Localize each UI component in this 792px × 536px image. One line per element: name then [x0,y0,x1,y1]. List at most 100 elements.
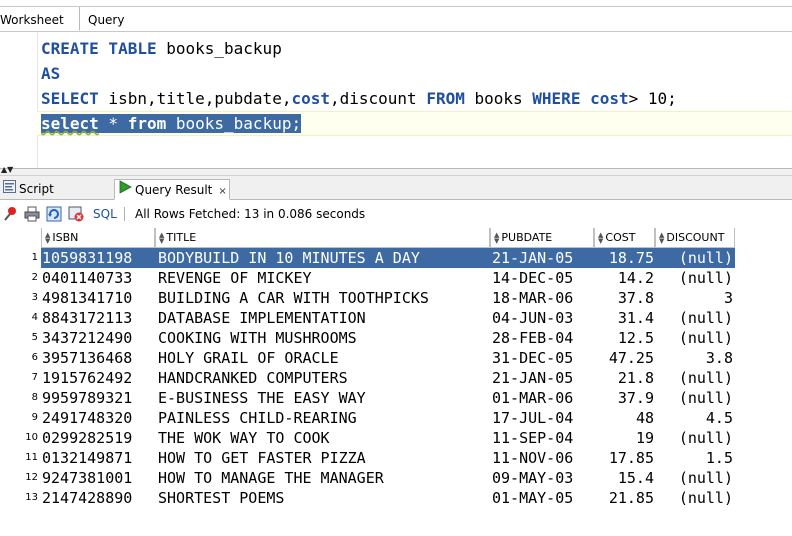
code-keyword: AS [41,64,61,83]
cell-isbn[interactable]: 3957136468 [42,348,154,368]
row-number: 13 [25,492,38,503]
cell-cost[interactable]: 31.4 [594,308,654,328]
pin-icon[interactable] [3,206,19,222]
cell-discount[interactable]: (null) [655,248,733,268]
cell-title[interactable]: THE WOK WAY TO COOK [158,428,490,448]
cell-title[interactable]: BODYBUILD IN 10 MINUTES A DAY [158,248,490,268]
tab-query-builder[interactable]: Query Builder [82,7,172,53]
sort-icon: ▲ ▼ [494,231,500,245]
column-header-pubdate[interactable]: ▲ ▼ PUBDATE [490,228,594,248]
cell-title[interactable]: HANDCRANKED COMPUTERS [158,368,490,388]
cell-pubdate[interactable]: 11-NOV-06 [492,448,594,468]
cell-isbn[interactable]: 4981341710 [42,288,154,308]
cell-cost[interactable]: 21.8 [594,368,654,388]
column-header-title[interactable]: ▲ ▼ TITLE [155,228,490,248]
cell-cost[interactable]: 12.5 [594,328,654,348]
cell-discount[interactable]: 4.5 [655,408,733,428]
cell-isbn[interactable]: 8843172113 [42,308,154,328]
cell-cost[interactable]: 17.85 [594,448,654,468]
cell-cost[interactable]: 47.25 [594,348,654,368]
refresh-icon[interactable] [46,206,62,222]
cell-pubdate[interactable]: 11-SEP-04 [492,428,594,448]
cell-pubdate[interactable]: 04-JUN-03 [492,308,594,328]
cell-title[interactable]: HOW TO GET FASTER PIZZA [158,448,490,468]
cell-cost[interactable]: 37.8 [594,288,654,308]
cell-title[interactable]: COOKING WITH MUSHROOMS [158,328,490,348]
cell-pubdate[interactable]: 01-MAY-05 [492,488,594,508]
sort-icon: ▲ ▼ [659,231,665,245]
cell-isbn[interactable]: 0132149871 [42,448,154,468]
cell-title[interactable]: BUILDING A CAR WITH TOOTHPICKS [158,288,490,308]
cell-pubdate[interactable]: 14-DEC-05 [492,268,594,288]
row-number: 6 [31,352,38,363]
toolbar-divider [124,207,125,221]
cell-title[interactable]: SHORTEST POEMS [158,488,490,508]
cell-pubdate[interactable]: 28-FEB-04 [492,328,594,348]
cell-isbn[interactable]: 1059831198 [42,248,154,268]
cancel-fetch-icon[interactable] [68,206,84,222]
cell-cost[interactable]: 37.9 [594,388,654,408]
cell-pubdate[interactable]: 09-MAY-03 [492,468,594,488]
cell-cost[interactable]: 18.75 [594,248,654,268]
cell-cost[interactable]: 19 [594,428,654,448]
print-icon[interactable] [24,206,40,222]
column-header-discount[interactable]: ▲ ▼ DISCOUNT [655,228,735,248]
cell-isbn[interactable]: 9247381001 [42,468,154,488]
cell-title[interactable]: PAINLESS CHILD-REARING [158,408,490,428]
cell-discount[interactable]: 1.5 [655,448,733,468]
tab-worksheet[interactable]: Worksheet [0,7,80,31]
column-header-isbn[interactable]: ▲ ▼ ISBN [41,228,155,248]
sql-editor[interactable]: CREATE TABLE books_backup AS SELECT isbn… [0,32,792,168]
column-header-cost[interactable]: ▲ ▼ COST [594,228,655,248]
cell-title[interactable]: REVENGE OF MICKEY [158,268,490,288]
output-tab-bar: Script Output× Query Result × [0,176,792,217]
sql-link[interactable]: SQL [93,207,117,221]
cell-pubdate[interactable]: 01-MAR-06 [492,388,594,408]
cell-isbn[interactable]: 1915762492 [42,368,154,388]
cell-discount[interactable]: 3.8 [655,348,733,368]
cell-discount[interactable]: (null) [655,388,733,408]
cell-cost[interactable]: 15.4 [594,468,654,488]
code-keyword: select [41,114,99,133]
cell-isbn[interactable]: 2491748320 [42,408,154,428]
cell-discount[interactable]: (null) [655,488,733,508]
result-grid[interactable]: ▲ ▼ ISBN ▲ ▼ TITLE ▲ ▼ PUBDATE ▲ ▼ COST ▲ ▼ DISCOU… [0,228,792,536]
cell-discount[interactable]: (null) [655,328,733,348]
code-text: books_backup; [166,114,302,133]
cell-title[interactable]: HOLY GRAIL OF ORACLE [158,348,490,368]
cell-discount[interactable]: (null) [655,268,733,288]
cell-discount[interactable]: 3 [655,288,733,308]
cell-discount[interactable]: (null) [655,428,733,448]
cell-title[interactable]: HOW TO MANAGE THE MANAGER [158,468,490,488]
cell-isbn[interactable]: 3437212490 [42,328,154,348]
tab-query-result[interactable]: Query Result × [114,179,230,200]
script-output-icon [3,179,16,200]
cell-pubdate[interactable]: 18-MAR-06 [492,288,594,308]
tab-script-output[interactable]: Script Output× [1,179,111,217]
code-line-4: select * from books_backup; [41,111,302,136]
cell-cost[interactable]: 48 [594,408,654,428]
code-text: ,discount [329,89,427,108]
cell-isbn[interactable]: 0299282519 [42,428,154,448]
cell-pubdate[interactable]: 17-JUL-04 [492,408,594,428]
close-icon[interactable]: × [218,186,226,197]
cell-isbn[interactable]: 0401140733 [42,268,154,288]
cell-title[interactable]: E-BUSINESS THE EASY WAY [158,388,490,408]
code-text: > 10; [628,89,677,108]
cell-title[interactable]: DATABASE IMPLEMENTATION [158,308,490,328]
row-number: 3 [31,292,38,303]
cell-pubdate[interactable]: 31-DEC-05 [492,348,594,368]
splitter-arrows-icon[interactable]: ▲▼ [1,166,13,174]
cell-discount[interactable]: (null) [655,308,733,328]
code-keyword: cost [590,89,629,108]
cell-pubdate[interactable]: 21-JAN-05 [492,248,594,268]
cell-isbn[interactable]: 2147428890 [42,488,154,508]
cell-discount[interactable]: (null) [655,368,733,388]
cell-pubdate[interactable]: 21-JAN-05 [492,368,594,388]
cell-cost[interactable]: 21.85 [594,488,654,508]
cell-cost[interactable]: 14.2 [594,268,654,288]
pane-splitter[interactable]: ▲▼ [0,166,792,176]
cell-isbn[interactable]: 9959789321 [42,388,154,408]
cell-discount[interactable]: (null) [655,468,733,488]
